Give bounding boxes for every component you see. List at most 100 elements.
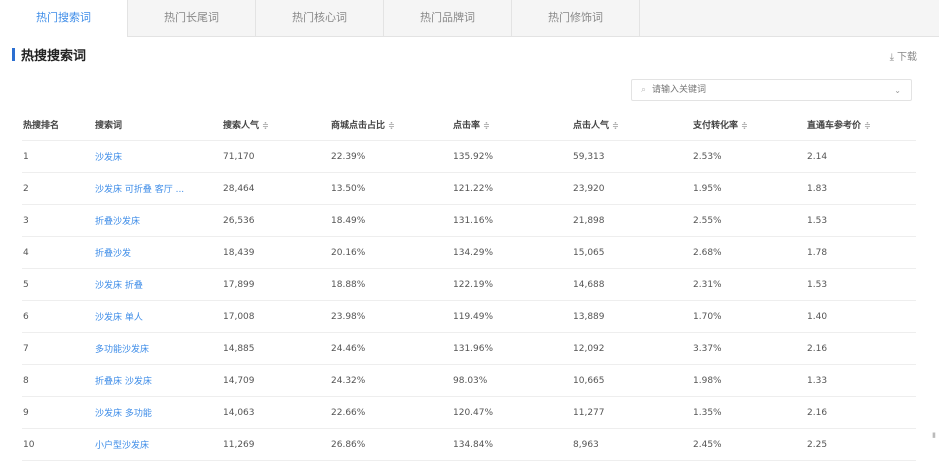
table-body: 1 沙发床 71,170 22.39% 135.92% 59,313 2.53% 2.14 2 沙… <box>22 140 916 461</box>
cell-ztc-price: 1.33 <box>806 364 916 397</box>
cell-ztc-price: 1.53 <box>806 268 916 301</box>
section-title: 热搜搜索词 <box>12 45 87 64</box>
cell-keyword[interactable]: 折叠沙发床 <box>94 204 222 237</box>
cell-click-rate: 98.03% <box>452 364 572 397</box>
cell-keyword[interactable]: 沙发床 可折叠 客厅 ... <box>94 172 222 205</box>
table-row: 4 折叠沙发 18,439 20.16% 134.29% 15,065 2.68% 1.78 <box>22 236 916 269</box>
table-row: 3 折叠沙发床 26,536 18.49% 131.16% 21,898 2.55% 1.53 <box>22 204 916 237</box>
table-row: 8 折叠床 沙发床 14,709 24.32% 98.03% 10,665 1.98% 1.3… <box>22 364 916 397</box>
cell-keyword[interactable]: 折叠床 沙发床 <box>94 364 222 397</box>
cell-click-rate: 119.49% <box>452 300 572 333</box>
cell-mall-click-share: 18.88% <box>330 268 452 301</box>
cell-rank: 9 <box>22 396 94 429</box>
table-row: 9 沙发床 多功能 14,063 22.66% 120.47% 11,277 1.35% 2.… <box>22 396 916 429</box>
cell-pay-conversion: 3.37% <box>692 332 806 365</box>
cell-pay-conversion: 1.35% <box>692 396 806 429</box>
cell-click-popularity: 15,065 <box>572 236 692 269</box>
cell-keyword[interactable]: 沙发床 <box>94 140 222 173</box>
cell-mall-click-share: 22.66% <box>330 396 452 429</box>
col-ztc-price[interactable]: 直通车参考价 ≑ <box>806 109 916 141</box>
col-mall-click-share[interactable]: 商城点击占比 ≑ <box>330 109 452 141</box>
cell-click-rate: 134.29% <box>452 236 572 269</box>
cell-ztc-price: 2.25 <box>806 428 916 461</box>
cell-search-popularity: 28,464 <box>222 172 330 205</box>
cell-search-popularity: 11,269 <box>222 428 330 461</box>
tab-bar: 热门搜索词 热门长尾词 热门核心词 热门品牌词 热门修饰词 <box>0 0 939 37</box>
tab-modifier-words[interactable]: 热门修饰词 <box>512 0 640 36</box>
cell-search-popularity: 17,008 <box>222 300 330 333</box>
keyword-search-box[interactable]: ⌕ ⌄ <box>631 79 912 101</box>
cell-rank: 1 <box>22 140 94 173</box>
cell-click-popularity: 13,889 <box>572 300 692 333</box>
cell-mall-click-share: 18.49% <box>330 204 452 237</box>
cell-keyword[interactable]: 小户型沙发床 <box>94 428 222 461</box>
cell-pay-conversion: 2.55% <box>692 204 806 237</box>
tab-core-words[interactable]: 热门核心词 <box>256 0 384 36</box>
cell-rank: 2 <box>22 172 94 205</box>
corner-resize-handle: ▮ <box>932 431 936 439</box>
table-header-row: 热搜排名 搜索词 搜索人气 ≑ 商城点击占比 ≑ 点击率 ≑ 点击人气 ≑ 支付转化率 ≑… <box>22 109 916 141</box>
cell-click-popularity: 12,092 <box>572 332 692 365</box>
cell-rank: 8 <box>22 364 94 397</box>
cell-mall-click-share: 23.98% <box>330 300 452 333</box>
cell-ztc-price: 1.83 <box>806 172 916 205</box>
cell-mall-click-share: 20.16% <box>330 236 452 269</box>
cell-click-rate: 135.92% <box>452 140 572 173</box>
cell-pay-conversion: 2.68% <box>692 236 806 269</box>
cell-click-popularity: 59,313 <box>572 140 692 173</box>
cell-click-popularity: 10,665 <box>572 364 692 397</box>
cell-search-popularity: 14,885 <box>222 332 330 365</box>
cell-click-rate: 131.96% <box>452 332 572 365</box>
sort-icon[interactable]: ≑ <box>864 121 871 130</box>
col-click-rate[interactable]: 点击率 ≑ <box>452 109 572 141</box>
cell-rank: 3 <box>22 204 94 237</box>
cell-click-popularity: 11,277 <box>572 396 692 429</box>
cell-mall-click-share: 22.39% <box>330 140 452 173</box>
cell-pay-conversion: 1.70% <box>692 300 806 333</box>
sort-icon[interactable]: ≑ <box>388 121 395 130</box>
col-search-popularity[interactable]: 搜索人气 ≑ <box>222 109 330 141</box>
search-input[interactable] <box>650 84 895 96</box>
cell-click-rate: 121.22% <box>452 172 572 205</box>
cell-rank: 5 <box>22 268 94 301</box>
cell-click-popularity: 8,963 <box>572 428 692 461</box>
cell-mall-click-share: 24.32% <box>330 364 452 397</box>
cell-click-rate: 122.19% <box>452 268 572 301</box>
cell-rank: 4 <box>22 236 94 269</box>
chevron-down-icon[interactable]: ⌄ <box>894 86 901 95</box>
cell-keyword[interactable]: 多功能沙发床 <box>94 332 222 365</box>
cell-ztc-price: 2.16 <box>806 396 916 429</box>
cell-rank: 7 <box>22 332 94 365</box>
keyword-table: 热搜排名 搜索词 搜索人气 ≑ 商城点击占比 ≑ 点击率 ≑ 点击人气 ≑ 支付转化率 ≑… <box>22 109 916 461</box>
cell-pay-conversion: 2.31% <box>692 268 806 301</box>
download-icon: ⤓ <box>889 52 894 63</box>
cell-keyword[interactable]: 沙发床 折叠 <box>94 268 222 301</box>
sort-icon[interactable]: ≑ <box>612 121 619 130</box>
table-row: 5 沙发床 折叠 17,899 18.88% 122.19% 14,688 2.31% 1.5… <box>22 268 916 301</box>
cell-ztc-price: 1.40 <box>806 300 916 333</box>
cell-keyword[interactable]: 沙发床 多功能 <box>94 396 222 429</box>
cell-pay-conversion: 1.95% <box>692 172 806 205</box>
cell-click-popularity: 23,920 <box>572 172 692 205</box>
cell-pay-conversion: 1.98% <box>692 364 806 397</box>
cell-keyword[interactable]: 沙发床 单人 <box>94 300 222 333</box>
cell-search-popularity: 17,899 <box>222 268 330 301</box>
title-accent-bar <box>12 47 15 61</box>
sort-icon[interactable]: ≑ <box>483 121 490 130</box>
table-row: 7 多功能沙发床 14,885 24.46% 131.96% 12,092 3.37% 2.1… <box>22 332 916 365</box>
tab-hot-search[interactable]: 热门搜索词 <box>0 0 128 37</box>
section-title-text: 热搜搜索词 <box>21 48 87 64</box>
sort-icon[interactable]: ≑ <box>741 121 748 130</box>
col-click-popularity[interactable]: 点击人气 ≑ <box>572 109 692 141</box>
table-row: 6 沙发床 单人 17,008 23.98% 119.49% 13,889 1.70% 1.4… <box>22 300 916 333</box>
search-icon: ⌕ <box>641 85 647 95</box>
cell-keyword[interactable]: 折叠沙发 <box>94 236 222 269</box>
download-button[interactable]: ⤓ 下载 <box>890 48 917 63</box>
col-pay-conversion[interactable]: 支付转化率 ≑ <box>692 109 806 141</box>
sort-icon[interactable]: ≑ <box>262 121 269 130</box>
cell-ztc-price: 1.53 <box>806 204 916 237</box>
tab-brand-words[interactable]: 热门品牌词 <box>384 0 512 36</box>
cell-search-popularity: 14,709 <box>222 364 330 397</box>
download-label: 下载 <box>897 52 917 63</box>
tab-long-tail[interactable]: 热门长尾词 <box>128 0 256 36</box>
